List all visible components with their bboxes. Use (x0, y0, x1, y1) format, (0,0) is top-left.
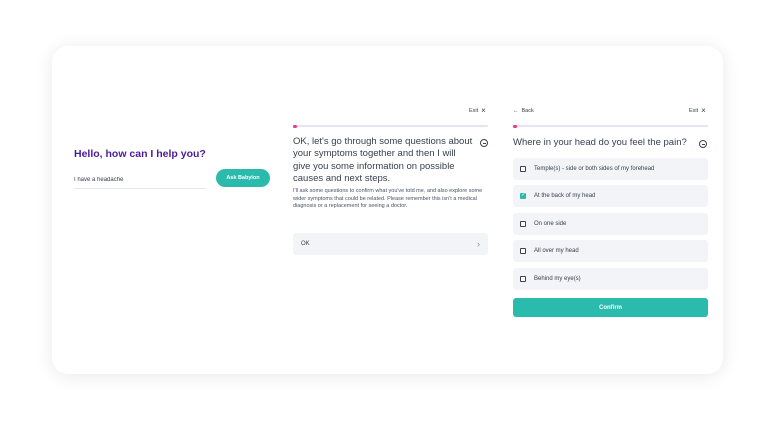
question-heading: Where in your head do you feel the pain? (513, 137, 687, 148)
option-label: At the back of my head (534, 193, 596, 199)
option-all-over[interactable]: All over my head (513, 240, 708, 262)
panel2-heading: OK, let's go through some questions abou… (293, 136, 473, 184)
panel2-exit-label: Exit (469, 108, 479, 114)
panel3-progress-fill (513, 124, 517, 128)
chevron-right-icon: › (477, 239, 480, 249)
checkbox-icon[interactable] (520, 221, 526, 227)
checkbox-icon[interactable] (520, 248, 526, 254)
option-temples[interactable]: Temple(s) - side or both sides of my for… (513, 158, 708, 180)
option-back-of-head[interactable]: At the back of my head (513, 185, 708, 207)
minus-circle-icon[interactable] (699, 140, 707, 148)
panel2-disclaimer: I'll ask some questions to confirm what … (293, 188, 483, 210)
option-label: Behind my eye(s) (534, 276, 581, 282)
panel2-progress-fill (293, 124, 297, 128)
panel2-exit-button[interactable]: Exit × (469, 106, 486, 115)
ok-button[interactable]: OK › (293, 233, 488, 255)
panel3-progress-bar (513, 124, 708, 128)
option-one-side[interactable]: On one side (513, 213, 708, 235)
ok-label: OK (301, 241, 310, 247)
confirm-button[interactable]: Confirm (513, 298, 708, 317)
checkbox-icon[interactable] (520, 166, 526, 172)
checkbox-icon[interactable] (520, 192, 526, 199)
back-button[interactable]: ← Back (513, 108, 534, 114)
ask-babylon-button[interactable]: Ask Babylon (216, 169, 270, 187)
panel2-progress-bar (293, 124, 488, 128)
symptom-input[interactable] (74, 172, 206, 189)
panel3-exit-button[interactable]: Exit × (689, 106, 706, 115)
option-label: All over my head (534, 248, 579, 254)
back-label: Back (521, 108, 534, 114)
option-behind-eyes[interactable]: Behind my eye(s) (513, 268, 708, 290)
minus-circle-icon[interactable] (480, 139, 488, 147)
close-icon: × (481, 106, 486, 115)
greeting-title: Hello, how can I help you? (74, 148, 206, 160)
close-icon: × (701, 106, 706, 115)
option-label: On one side (534, 221, 567, 227)
arrow-left-icon: ← (513, 108, 519, 114)
checkbox-icon[interactable] (520, 276, 526, 282)
option-label: Temple(s) - side or both sides of my for… (534, 166, 655, 172)
panel3-exit-label: Exit (689, 108, 699, 114)
